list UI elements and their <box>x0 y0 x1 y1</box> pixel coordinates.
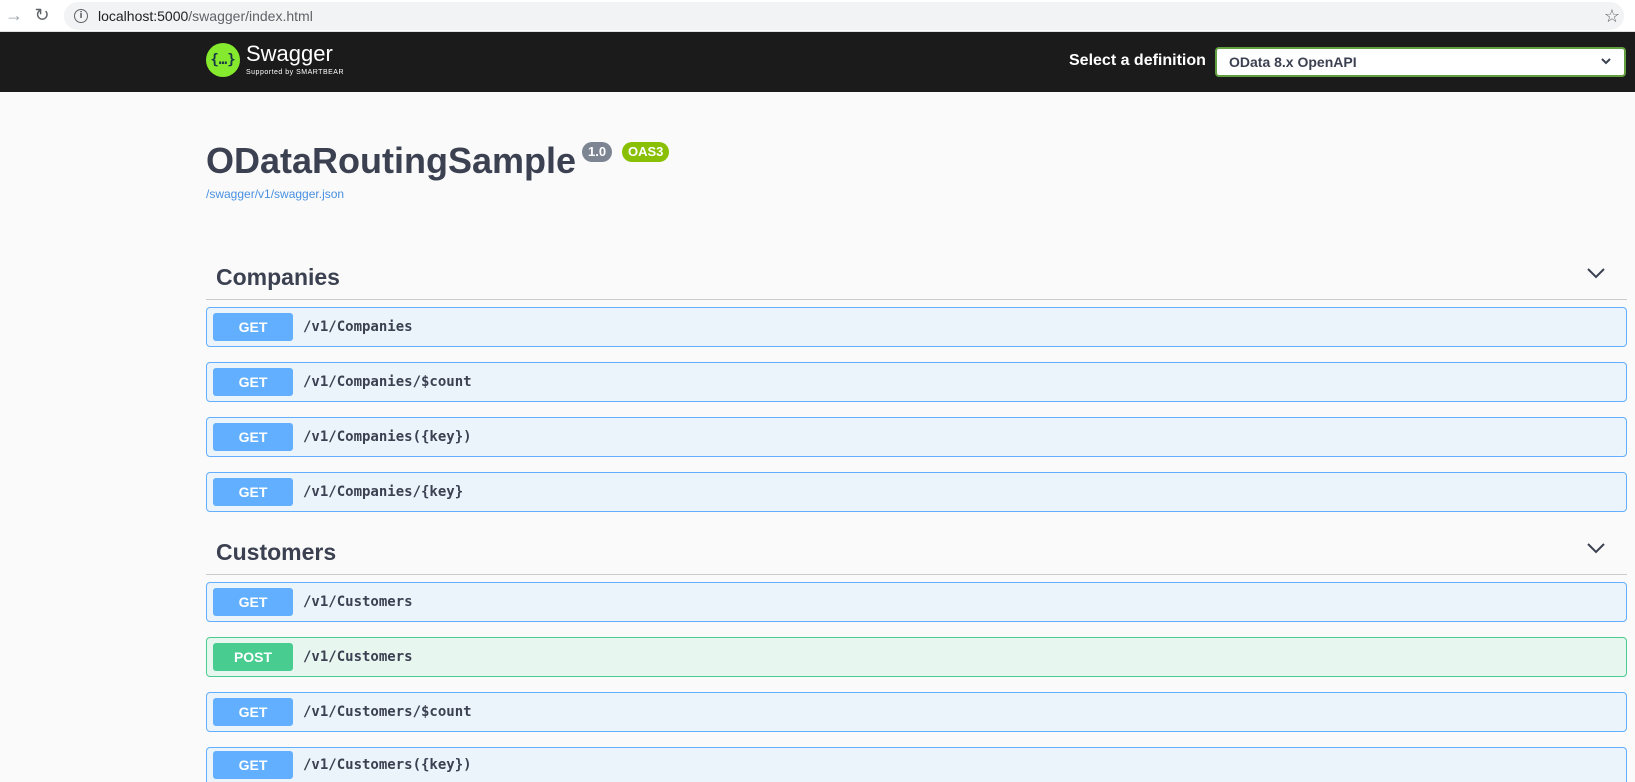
method-badge: POST <box>213 643 293 671</box>
definition-selected-value: OData 8.x OpenAPI <box>1229 54 1357 70</box>
api-title: ODataRoutingSample <box>206 140 577 181</box>
back-arrow-icon[interactable]: → <box>0 2 28 30</box>
operation-path: /v1/Customers/$count <box>303 704 472 720</box>
version-badge: 1.0 <box>582 142 613 162</box>
operation-path: /v1/Customers <box>303 649 413 665</box>
oas-badge: OAS3 <box>622 142 670 162</box>
url-path: /swagger/index.html <box>188 8 313 24</box>
bookmark-star-icon[interactable]: ☆ <box>1604 6 1620 27</box>
chevron-down-icon[interactable] <box>1587 266 1605 282</box>
operation-path: /v1/Companies <box>303 319 413 335</box>
operation-row[interactable]: GET /v1/Customers/$count <box>206 692 1627 732</box>
logo-title: Swagger <box>246 41 333 66</box>
url-host: localhost:5000 <box>98 8 189 24</box>
operation-row[interactable]: GET /v1/Companies/{key} <box>206 472 1627 512</box>
operation-row[interactable]: GET /v1/Customers({key}) <box>206 747 1627 782</box>
spec-link[interactable]: /swagger/v1/swagger.json <box>206 187 344 201</box>
chevron-down-icon[interactable] <box>1587 541 1605 557</box>
operation-row[interactable]: GET /v1/Customers <box>206 582 1627 622</box>
method-badge: GET <box>213 751 293 779</box>
definition-select[interactable]: OData 8.x OpenAPI <box>1215 47 1626 77</box>
operation-path: /v1/Companies({key}) <box>303 429 472 445</box>
operation-row[interactable]: POST /v1/Customers <box>206 637 1627 677</box>
browser-toolbar: → ↻ i localhost:5000/swagger/index.html … <box>0 0 1635 32</box>
address-bar[interactable]: i localhost:5000/swagger/index.html ☆ <box>64 2 1624 30</box>
logo-subtitle: Supported by SMARTBEAR <box>246 69 345 76</box>
operation-row[interactable]: GET /v1/Companies <box>206 307 1627 347</box>
method-badge: GET <box>213 368 293 396</box>
operation-path: /v1/Companies/{key} <box>303 484 464 500</box>
operation-path: /v1/Companies/$count <box>303 374 472 390</box>
section-title: Customers <box>216 539 337 565</box>
method-badge: GET <box>213 423 293 451</box>
swagger-logo[interactable]: {…} Swagger Supported by SMARTBEAR <box>206 42 344 78</box>
operation-row[interactable]: GET /v1/Companies({key}) <box>206 417 1627 457</box>
section-title: Companies <box>216 264 340 290</box>
method-badge: GET <box>213 313 293 341</box>
section-header-customers[interactable]: Customers <box>206 531 1627 575</box>
swagger-logo-icon: {…} <box>206 43 240 77</box>
reload-icon[interactable]: ↻ <box>28 2 56 30</box>
definition-label: Select a definition <box>1069 52 1206 69</box>
chevron-down-icon <box>1600 54 1612 70</box>
operation-path: /v1/Customers <box>303 594 413 610</box>
operation-path: /v1/Customers({key}) <box>303 757 472 773</box>
section-header-companies[interactable]: Companies <box>206 256 1627 300</box>
operation-row[interactable]: GET /v1/Companies/$count <box>206 362 1627 402</box>
method-badge: GET <box>213 588 293 616</box>
info-icon[interactable]: i <box>74 9 88 23</box>
method-badge: GET <box>213 478 293 506</box>
method-badge: GET <box>213 698 293 726</box>
url-text[interactable]: localhost:5000/swagger/index.html <box>98 8 313 24</box>
